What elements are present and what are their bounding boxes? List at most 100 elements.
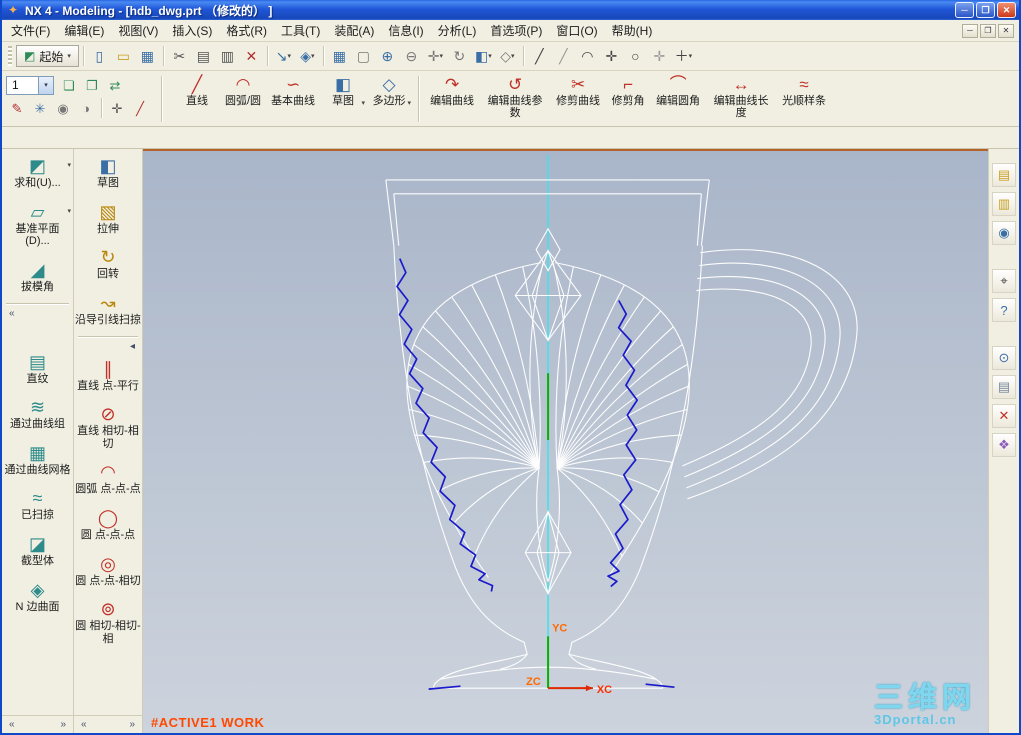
cut-icon[interactable]: ✂	[168, 45, 191, 68]
swept-button[interactable]: ≈ 已扫掠	[2, 483, 73, 529]
trim-curve-button[interactable]: ✂ 修剪曲线	[551, 72, 605, 125]
menu-item[interactable]: 视图(V)	[111, 19, 165, 42]
menu-item[interactable]: 文件(F)	[4, 19, 57, 42]
new-file-icon[interactable]: ▯	[88, 45, 111, 68]
edit-curve-length-button[interactable]: ↔ 编辑曲线长度	[705, 72, 777, 125]
menu-item[interactable]: 插入(S)	[165, 19, 219, 42]
dropdown-arrow-icon[interactable]: ▾	[67, 207, 71, 215]
mdi-restore-button[interactable]: ❐	[980, 23, 996, 38]
scroll-left-icon[interactable]: «	[81, 719, 87, 730]
minimize-button[interactable]: ─	[955, 2, 974, 18]
smooth-spline-button[interactable]: ≈ 光顺样条	[777, 72, 831, 125]
polygon-button[interactable]: ◇ 多边形 ▾	[366, 72, 412, 125]
delete-icon[interactable]: ✕	[240, 45, 263, 68]
circle-point-point-point-button[interactable]: ◯ 圆 点-点-点	[74, 503, 142, 549]
arc-snap-icon[interactable]: ◠	[576, 45, 599, 68]
revolve-button[interactable]: ↻ 回转	[74, 242, 142, 288]
start-button[interactable]: ◩ 起始 ▾	[16, 45, 79, 67]
menu-item[interactable]: 帮助(H)	[605, 19, 660, 42]
snap-center-icon[interactable]: ◉	[52, 98, 74, 118]
snap-midpoint-icon[interactable]: ╱	[129, 98, 151, 118]
maximize-button[interactable]: ❐	[976, 2, 995, 18]
snap-quadrant-icon[interactable]: ◑	[75, 98, 97, 118]
snap-existing-point-icon[interactable]: ✛	[106, 98, 128, 118]
line-point-parallel-button[interactable]: ∥ 直线 点-平行	[74, 354, 142, 400]
paste-icon[interactable]: ▥	[216, 45, 239, 68]
sweep-along-guide-button[interactable]: ↝ 沿导引线扫掠	[74, 288, 142, 334]
scroll-left-icon[interactable]: «	[9, 719, 15, 730]
graphics-viewport[interactable]: YC XC ZC #ACTIVE1 WORK 三维网 3Dportal.cn	[143, 149, 988, 733]
section-body-button[interactable]: ◪ 截型体	[2, 529, 73, 575]
combo-arrow-icon[interactable]: ▾	[38, 76, 53, 94]
help-icon[interactable]: ?	[992, 298, 1016, 322]
information-palette-icon[interactable]: ▤	[992, 375, 1016, 399]
cross-snap-icon[interactable]: ✛	[600, 45, 623, 68]
through-curve-mesh-button[interactable]: ▦ 通过曲线网格	[2, 438, 73, 484]
zoom-out-icon[interactable]: ⊖	[400, 45, 423, 68]
boolean-sum-button[interactable]: ◩ 求和(U)... ▾	[2, 151, 73, 197]
history-icon[interactable]: ⊙	[992, 346, 1016, 370]
ruled-surface-button[interactable]: ▤ 直纹	[2, 347, 73, 393]
wireframe-drawing[interactable]: YC XC ZC	[143, 151, 988, 733]
scroll-right-icon[interactable]: »	[60, 719, 66, 730]
menu-item[interactable]: 装配(A)	[327, 19, 381, 42]
sketch-feature-button[interactable]: ◧ 草图	[74, 151, 142, 197]
circle-tangent-tangent-button[interactable]: ⊚ 圆 相切-相切-相	[74, 594, 142, 652]
circle-snap-icon[interactable]: ○	[624, 45, 647, 68]
orient-view-icon[interactable]: ◈ ▾	[296, 45, 319, 68]
assembly-navigator-icon[interactable]: ▥	[992, 192, 1016, 216]
extrude-button[interactable]: ▧ 拉伸	[74, 197, 142, 243]
mdi-close-button[interactable]: ✕	[998, 23, 1014, 38]
layer-visible-icon[interactable]: ❐	[81, 75, 103, 95]
n-sided-surface-button[interactable]: ◈ N 边曲面	[2, 575, 73, 621]
datum-plane-button[interactable]: ▱ 基准平面(D)... ▾	[2, 197, 73, 255]
menu-item[interactable]: 格式(R)	[219, 19, 274, 42]
rotate-view-icon[interactable]: ↻	[448, 45, 471, 68]
layer-combobox[interactable]: 1 ▾	[6, 75, 54, 95]
move-to-layer-icon[interactable]: ⇄	[104, 75, 126, 95]
pan-icon[interactable]: ✛ ▾	[424, 45, 447, 68]
arc-point-point-point-button[interactable]: ◠ 圆弧 点-点-点	[74, 457, 142, 503]
circle-point-point-tangent-button[interactable]: ◎ 圆 点-点-相切	[74, 549, 142, 595]
point-snap-icon[interactable]: ✛	[648, 45, 671, 68]
dropdown-arrow-icon[interactable]: ▾	[67, 161, 71, 169]
edit-curve-button[interactable]: ↷ 编辑曲线	[425, 72, 479, 125]
mdi-minimize-button[interactable]: ─	[962, 23, 978, 38]
basic-curve-button[interactable]: ∽ 基本曲线	[266, 72, 320, 125]
grid-icon[interactable]: ▦	[328, 45, 351, 68]
shaded-display-icon[interactable]: ◧ ▾	[472, 45, 495, 68]
snap-intersection-icon[interactable]: ✳	[29, 98, 51, 118]
menu-item[interactable]: 窗口(O)	[549, 19, 604, 42]
tools-palette-icon[interactable]: ✕	[992, 404, 1016, 428]
menu-item[interactable]: 信息(I)	[381, 19, 430, 42]
line-snap-icon[interactable]: ╱	[528, 45, 551, 68]
arc-circle-button[interactable]: ◠ 圆弧/圆	[220, 72, 266, 125]
zoom-in-icon[interactable]: ⊕	[376, 45, 399, 68]
layer-settings-icon[interactable]: ❏	[58, 75, 80, 95]
trim-corner-button[interactable]: ⌐ 修剪角	[605, 72, 651, 125]
copy-icon[interactable]: ▤	[192, 45, 215, 68]
group-collapse-icon[interactable]: «	[2, 306, 73, 321]
group-collapse-icon[interactable]: ◂	[74, 339, 142, 354]
search-icon[interactable]: ⌖	[992, 269, 1016, 293]
edit-curve-params-button[interactable]: ↺ 编辑曲线参数	[479, 72, 551, 125]
web-browser-icon[interactable]: ◉	[992, 221, 1016, 245]
sketch-button[interactable]: ◧ 草图 ▾	[320, 72, 366, 125]
menu-item[interactable]: 工具(T)	[274, 19, 327, 42]
menu-item[interactable]: 编辑(E)	[57, 19, 111, 42]
snap-endpoint-icon[interactable]: ✎	[6, 98, 28, 118]
toolbar-grip[interactable]	[8, 46, 12, 66]
transform-icon[interactable]: ↘ ▾	[272, 45, 295, 68]
more-snap-icon[interactable]: ＋ ▾	[672, 45, 695, 68]
open-file-icon[interactable]: ▭	[112, 45, 135, 68]
menu-item[interactable]: 首选项(P)	[483, 19, 549, 42]
menu-item[interactable]: 分析(L)	[431, 19, 484, 42]
roles-palette-icon[interactable]: ❖	[992, 433, 1016, 457]
save-icon[interactable]: ▦	[136, 45, 159, 68]
close-button[interactable]: ✕	[997, 2, 1016, 18]
line-button[interactable]: ╱ 直线	[174, 72, 220, 125]
edit-fillet-button[interactable]: ⌒ 编辑圆角	[651, 72, 705, 125]
wireframe-display-icon[interactable]: ◇ ▾	[496, 45, 519, 68]
angled-line-snap-icon[interactable]: ╱	[552, 45, 575, 68]
scroll-right-icon[interactable]: »	[129, 719, 135, 730]
